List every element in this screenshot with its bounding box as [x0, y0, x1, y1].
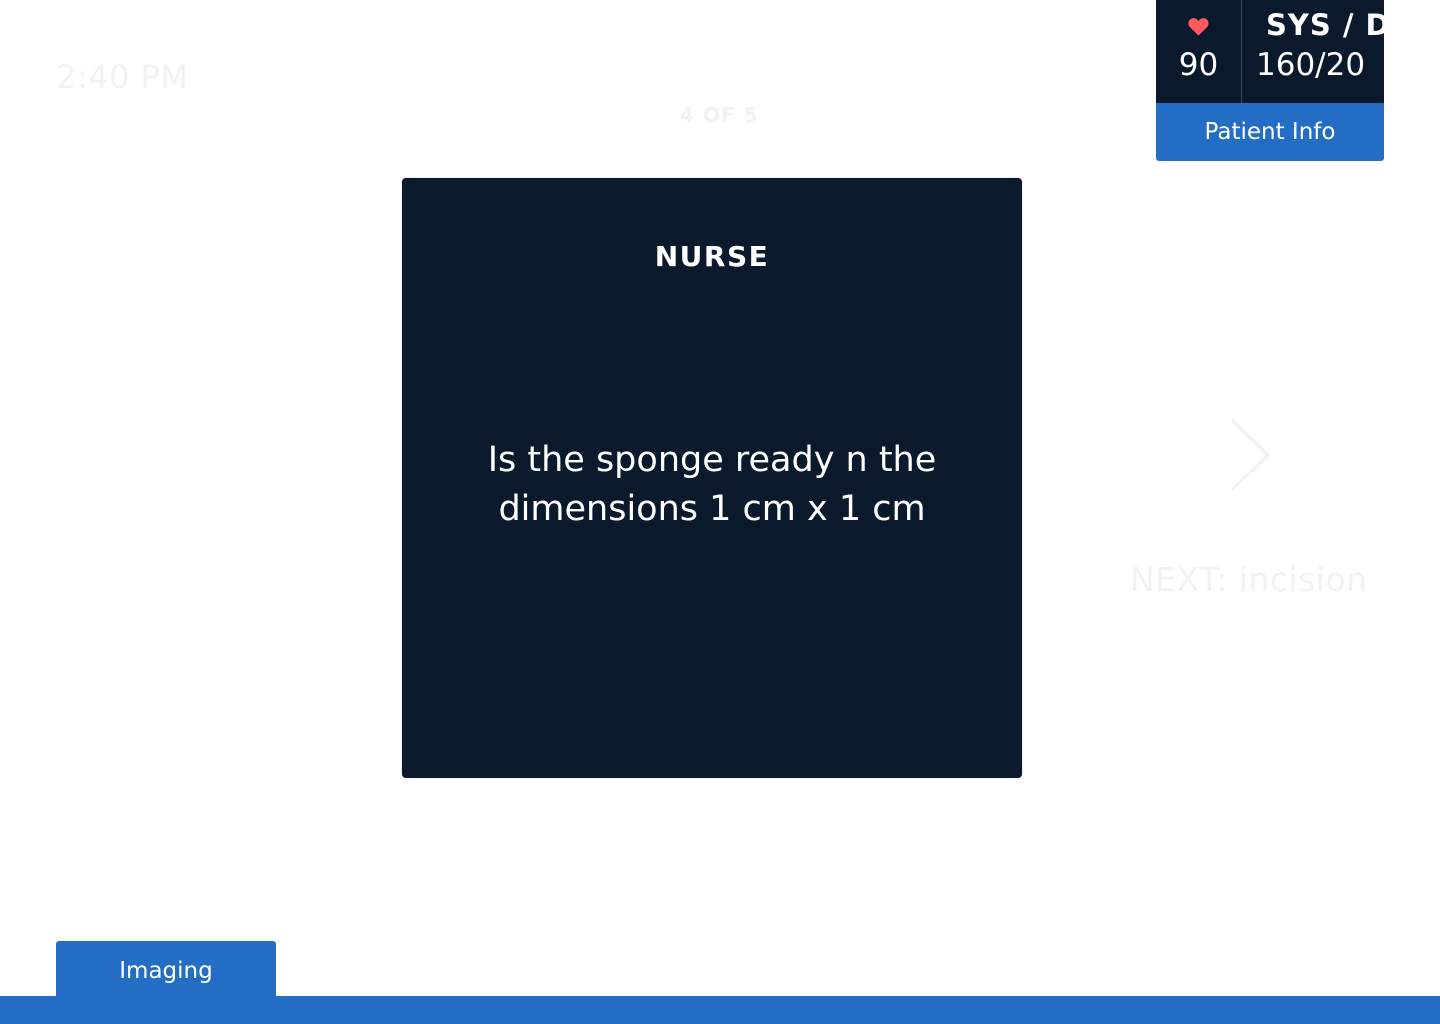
blood-pressure-column: SYS / DIA 160/20 [1242, 0, 1384, 103]
imaging-tab[interactable]: Imaging [56, 941, 276, 997]
blood-pressure-label: SYS / DIA [1266, 8, 1384, 42]
heart-rate-value: 90 [1178, 47, 1219, 83]
patient-info-button[interactable]: Patient Info [1156, 103, 1384, 161]
bottom-bar [0, 996, 1440, 1024]
step-counter: 4 OF 5 [680, 103, 759, 127]
chevron-right-icon[interactable] [1228, 418, 1274, 492]
current-time: 2:40 PM [56, 58, 189, 96]
card-prompt-text: Is the sponge ready n the dimensions 1 c… [487, 440, 937, 529]
vitals-panel: 90 SYS / DIA 160/20 Patient Info [1156, 0, 1384, 161]
card-role-title: NURSE [654, 240, 770, 273]
step-card: NURSE Is the sponge ready n the dimensio… [402, 178, 1022, 778]
surgical-step-screen: 2:40 PM 4 OF 5 NURSE Is the sponge ready… [0, 0, 1440, 1024]
next-step-label[interactable]: NEXT: incision [1130, 560, 1368, 599]
heart-rate-column: 90 [1156, 0, 1242, 103]
heart-icon [1188, 18, 1209, 36]
blood-pressure-value: 160/20 [1256, 47, 1366, 83]
vitals-readout: 90 SYS / DIA 160/20 [1156, 0, 1384, 103]
